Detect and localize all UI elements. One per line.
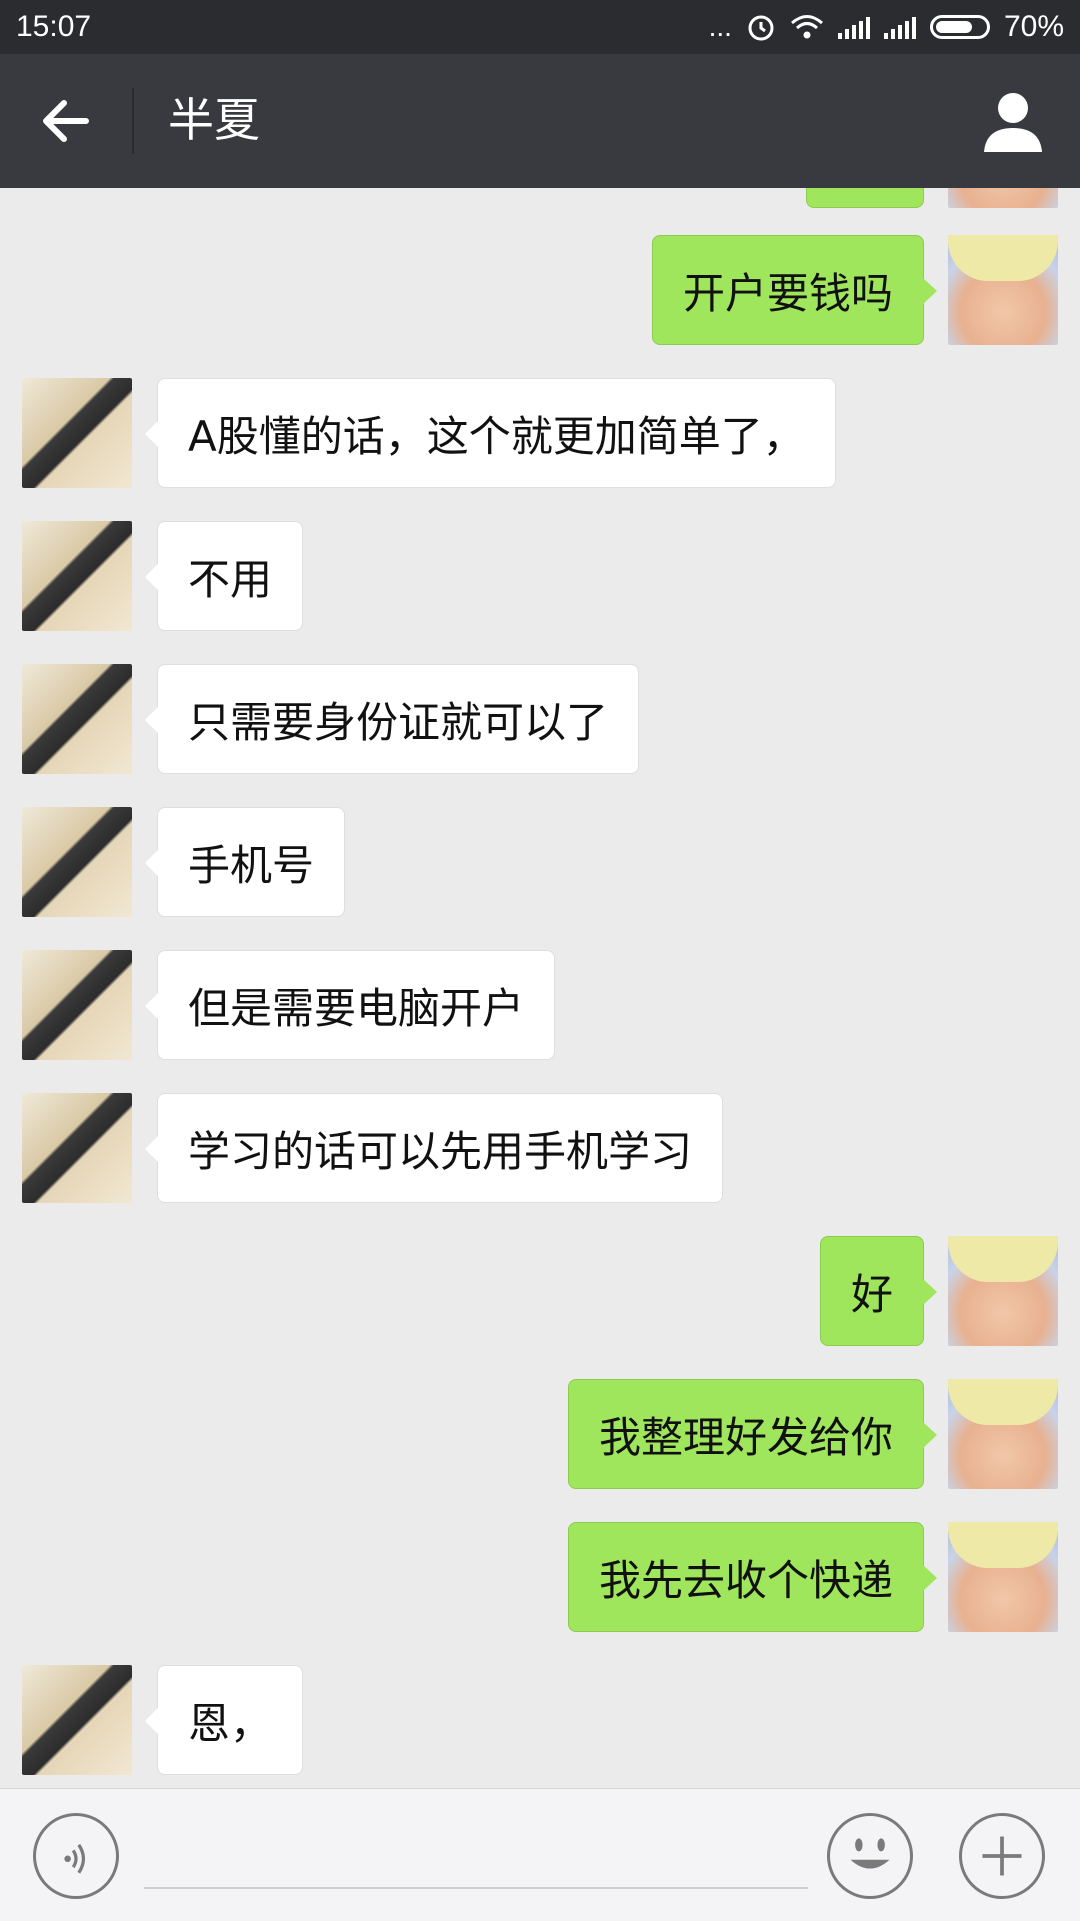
my-avatar[interactable] <box>948 1379 1058 1489</box>
battery-percent: 70% <box>1003 10 1064 43</box>
title-divider <box>132 88 134 154</box>
contact-avatar[interactable] <box>22 1093 132 1203</box>
chat-area[interactable]: 开户要钱吗 A股懂的话，这个就更加简单了， 不用 只需要身份证就可以了 手机号 … <box>0 188 1080 1788</box>
message-bubble[interactable]: 恩， <box>144 1665 304 1775</box>
message-input[interactable] <box>144 1825 808 1889</box>
signal-icon-2 <box>883 15 916 39</box>
message-bubble[interactable]: 开户要钱吗 <box>651 235 938 345</box>
message-bubble[interactable]: 我整理好发给你 <box>567 1379 938 1489</box>
signal-icon <box>837 15 870 39</box>
voice-icon[interactable] <box>33 1813 119 1899</box>
back-arrow-icon[interactable] <box>30 84 104 158</box>
message-bubble-previous <box>806 188 924 208</box>
person-icon[interactable] <box>976 84 1050 158</box>
message-bubble[interactable]: 手机号 <box>144 807 346 917</box>
my-avatar[interactable] <box>948 188 1058 208</box>
contact-avatar[interactable] <box>22 807 132 917</box>
status-time: 15:07 <box>16 10 92 43</box>
contact-avatar[interactable] <box>22 521 132 631</box>
contact-avatar[interactable] <box>22 1665 132 1775</box>
status-bar: 15:07 ... 70% <box>0 0 1080 54</box>
chat-title: 半夏 <box>168 93 260 147</box>
contact-avatar[interactable] <box>22 664 132 774</box>
message-bubble[interactable]: 只需要身份证就可以了 <box>144 664 640 774</box>
contact-avatar[interactable] <box>22 378 132 488</box>
title-bar: 半夏 <box>0 54 1080 188</box>
my-avatar[interactable] <box>948 1522 1058 1632</box>
battery-icon <box>929 15 990 39</box>
message-bubble[interactable]: 好 <box>819 1236 938 1346</box>
my-avatar[interactable] <box>948 235 1058 345</box>
contact-avatar[interactable] <box>22 950 132 1060</box>
input-bar <box>0 1788 1080 1921</box>
message-bubble[interactable]: 不用 <box>144 521 304 631</box>
more-icon: ... <box>708 11 732 42</box>
message-bubble[interactable]: A股懂的话，这个就更加简单了， <box>145 378 836 488</box>
wifi-icon <box>790 15 823 39</box>
message-bubble[interactable]: 我先去收个快递 <box>567 1522 938 1632</box>
emoji-icon[interactable] <box>827 1813 913 1899</box>
my-avatar[interactable] <box>948 1236 1058 1346</box>
message-bubble[interactable]: 学习的话可以先用手机学习 <box>144 1093 724 1203</box>
message-bubble[interactable]: 但是需要电脑开户 <box>144 950 556 1060</box>
plus-icon[interactable] <box>959 1813 1045 1899</box>
status-icons: ... 70% <box>709 10 1064 44</box>
alarm-icon <box>748 15 774 41</box>
